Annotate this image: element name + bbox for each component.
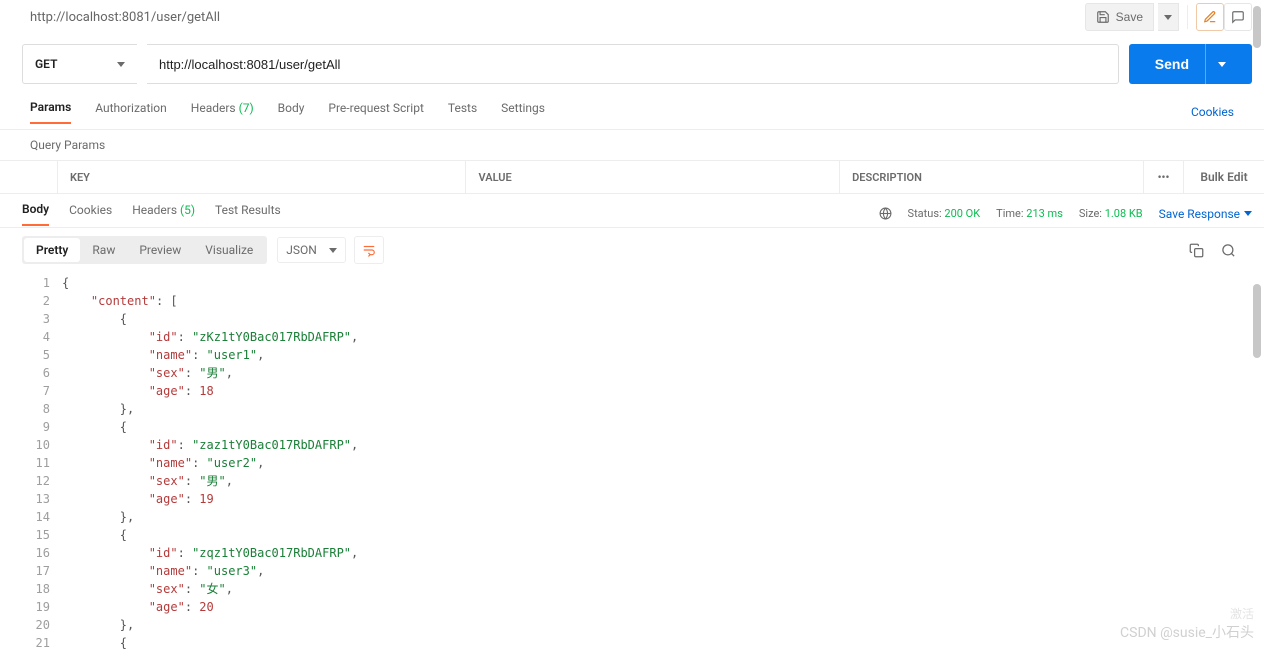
view-raw[interactable]: Raw <box>80 238 127 262</box>
outer-scrollbar[interactable] <box>1253 6 1261 48</box>
tab-params[interactable]: Params <box>30 100 71 124</box>
chevron-down-icon <box>1164 15 1172 20</box>
search-icon <box>1221 243 1236 258</box>
wrap-button[interactable] <box>354 236 384 264</box>
copy-button[interactable] <box>1182 236 1210 264</box>
time-meta: Time: 213 ms <box>996 207 1063 220</box>
view-pretty[interactable]: Pretty <box>24 238 80 262</box>
send-dropdown[interactable] <box>1205 44 1226 84</box>
chevron-down-icon <box>117 62 125 67</box>
save-response-button[interactable]: Save Response <box>1159 207 1252 221</box>
view-mode-segment: Pretty Raw Preview Visualize <box>22 236 267 264</box>
send-label: Send <box>1155 56 1189 72</box>
view-visualize[interactable]: Visualize <box>193 238 265 262</box>
search-button[interactable] <box>1214 236 1242 264</box>
method-value: GET <box>35 57 57 71</box>
tab-headers-count: (7) <box>239 101 254 115</box>
bulk-edit-button[interactable]: Bulk Edit <box>1184 161 1264 193</box>
edit-icon-button[interactable] <box>1196 3 1224 31</box>
params-desc-header: DESCRIPTION <box>840 161 1144 193</box>
chevron-down-icon <box>1244 211 1252 216</box>
params-more-button[interactable]: ••• <box>1144 161 1184 193</box>
divider <box>1187 5 1188 29</box>
response-body[interactable]: 123456789101112131415161718192021 { "con… <box>0 272 1264 652</box>
size-meta: Size: 1.08 KB <box>1079 207 1143 220</box>
tab-headers-label: Headers <box>191 101 236 115</box>
watermark-line1: 激活 <box>1230 605 1254 622</box>
resp-tab-body[interactable]: Body <box>22 202 49 226</box>
cookies-link[interactable]: Cookies <box>1191 105 1234 119</box>
method-select[interactable]: GET <box>22 44 137 84</box>
code-content: { "content": [ { "id": "zKz1tY0Bac017RbD… <box>58 272 358 652</box>
watermark-line2: CSDN @susie_小石头 <box>1120 622 1254 642</box>
code-scrollbar[interactable] <box>1253 284 1261 358</box>
save-label: Save <box>1116 10 1143 24</box>
resp-headers-count: (5) <box>180 203 195 217</box>
tab-tests[interactable]: Tests <box>448 101 477 123</box>
tab-settings[interactable]: Settings <box>501 101 545 123</box>
chevron-down-icon <box>1218 62 1226 67</box>
resp-tab-test-results[interactable]: Test Results <box>215 203 281 225</box>
tab-body[interactable]: Body <box>278 101 305 123</box>
globe-icon[interactable] <box>879 207 892 220</box>
chevron-down-icon <box>329 248 337 253</box>
params-key-header: KEY <box>58 161 466 193</box>
resp-tab-headers[interactable]: Headers (5) <box>132 203 195 225</box>
pencil-icon <box>1203 10 1217 24</box>
view-preview[interactable]: Preview <box>127 238 193 262</box>
comment-icon-button[interactable] <box>1224 3 1252 31</box>
status-meta: Status: 200 OK <box>908 207 981 220</box>
copy-icon <box>1189 243 1204 258</box>
save-icon <box>1096 10 1110 24</box>
send-button[interactable]: Send <box>1129 44 1252 84</box>
resp-tab-cookies[interactable]: Cookies <box>69 203 112 225</box>
resp-headers-label: Headers <box>132 203 177 217</box>
query-params-title: Query Params <box>0 130 1264 160</box>
request-title: http://localhost:8081/user/getAll <box>30 10 220 25</box>
format-select[interactable]: JSON <box>277 237 346 263</box>
params-checkbox-col <box>0 161 58 193</box>
comment-icon <box>1231 10 1245 24</box>
tab-headers[interactable]: Headers (7) <box>191 101 254 123</box>
line-gutter: 123456789101112131415161718192021 <box>22 272 58 652</box>
save-button[interactable]: Save <box>1085 3 1154 31</box>
tab-prerequest[interactable]: Pre-request Script <box>328 101 423 123</box>
wrap-icon <box>362 243 376 257</box>
save-dropdown[interactable] <box>1158 3 1179 31</box>
tab-authorization[interactable]: Authorization <box>95 101 167 123</box>
params-value-header: VALUE <box>466 161 840 193</box>
url-input[interactable] <box>147 44 1119 84</box>
